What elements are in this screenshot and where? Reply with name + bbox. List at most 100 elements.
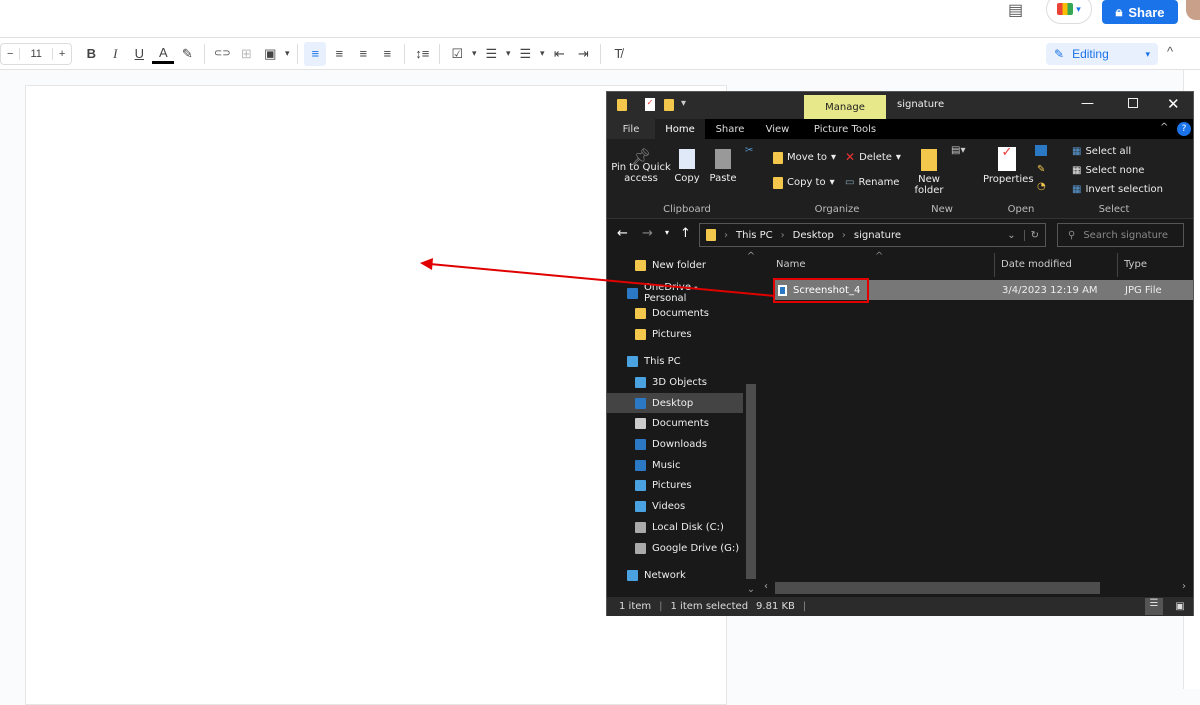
chevron-down-icon[interactable]: ▾ [283,42,291,66]
forward-icon[interactable]: → [642,226,653,241]
close-icon[interactable]: ✕ [1167,95,1180,113]
tab-file[interactable]: File [607,119,655,139]
chevron-down-icon[interactable]: ⌄ [1007,230,1015,241]
pin-to-quick-access-button[interactable]: 📌︎ Pin to Quick access [611,149,671,185]
cut-icon[interactable]: ✂ [745,145,753,156]
copy-to-button[interactable]: Copy to ▾ [773,177,835,189]
checklist-icon[interactable]: ☑ [446,42,468,66]
tab-view[interactable]: View [755,119,800,139]
help-icon[interactable]: ? [1177,122,1191,136]
large-icons-view-icon[interactable]: ▣ [1171,601,1189,612]
comment-history-icon[interactable]: ▤ [1008,0,1023,20]
increase-indent-icon[interactable]: ⇥ [572,42,594,66]
manage-tab[interactable]: Manage [804,95,886,119]
editing-mode-dropdown[interactable]: ✎ Editing ▾ [1046,43,1158,65]
nav-item[interactable]: Google Drive (G:) [607,538,743,558]
nav-item[interactable]: OneDrive - Personal [607,282,743,304]
refresh-icon[interactable]: ↻ [1023,229,1045,241]
italic-button[interactable]: I [104,42,126,66]
recent-locations-icon[interactable]: ▾ [665,228,669,237]
align-right-button[interactable]: ≡ [352,42,374,66]
minimize-icon[interactable]: — [1081,96,1094,111]
nav-item[interactable]: Local Disk (C:) [607,517,743,537]
horizontal-scrollbar[interactable]: ‹ › [760,580,1193,596]
up-icon[interactable]: ↑ [680,226,691,241]
highlight-icon[interactable]: ✎ [176,42,198,66]
open-icon[interactable] [1035,145,1047,156]
column-type[interactable]: Type [1118,253,1147,277]
tab-picture-tools[interactable]: Picture Tools [804,119,886,139]
decrease-indent-icon[interactable]: ⇤ [548,42,570,66]
link-icon[interactable]: ⊂⊃ [211,42,233,66]
clear-formatting-icon[interactable]: T̸ [607,42,629,66]
nav-item[interactable]: Documents [607,413,743,433]
share-button[interactable]: 🔒︎ Share [1102,0,1178,24]
avatar[interactable] [1186,0,1200,20]
chevron-down-icon[interactable]: ▾ [504,42,512,66]
column-name[interactable]: Name [760,253,995,277]
nav-item[interactable]: Music [607,455,743,475]
edit-icon[interactable]: ✎ [1037,164,1045,175]
numbered-list-icon[interactable]: ☰ [514,42,536,66]
insert-image-icon[interactable]: ▣ [259,42,281,66]
nav-item[interactable]: This PC [607,351,743,371]
chevron-down-icon[interactable]: ▾ [470,42,478,66]
details-view-icon[interactable]: ☰ [1145,598,1163,615]
back-icon[interactable]: ← [617,226,628,241]
nav-item[interactable]: Desktop [607,393,743,413]
search-input[interactable]: ⚲ Search signature [1057,223,1184,247]
move-to-button[interactable]: Move to ▾ [773,152,836,164]
tab-share[interactable]: Share [705,119,755,139]
customize-toolbar-icon[interactable]: ▾ [681,98,686,109]
nav-item[interactable]: Pictures [607,475,743,495]
line-spacing-icon[interactable]: ↕≡ [411,42,433,66]
column-date-modified[interactable]: Date modified [995,253,1118,277]
underline-button[interactable]: U [128,42,150,66]
properties-button[interactable]: ✓ Properties [983,146,1034,185]
new-folder-button[interactable]: New folder [913,149,945,196]
scroll-right-icon[interactable]: › [1182,581,1186,592]
add-comment-icon[interactable]: ⊞ [235,42,257,66]
collapse-ribbon-icon[interactable]: ^ [1160,122,1168,133]
invert-selection-button[interactable]: ▦ Invert selection [1072,184,1163,195]
align-left-button[interactable]: ≡ [304,41,327,66]
scroll-left-icon[interactable]: ‹ [764,581,768,592]
nav-item[interactable]: Videos [607,496,743,516]
select-none-button[interactable]: ▦ Select none [1072,165,1144,176]
align-center-button[interactable]: ≡ [328,42,350,66]
copy-button[interactable]: Copy [673,149,701,184]
horizontal-scroll-thumb[interactable] [775,582,1100,594]
nav-item[interactable]: 3D Objects [607,372,743,392]
address-bar[interactable]: › This PC › Desktop › signature ⌄ ↻ [699,223,1046,247]
text-color-button[interactable]: A [152,44,175,64]
nav-item[interactable]: Pictures [607,324,743,344]
font-size-stepper[interactable]: − 11 + [0,42,73,65]
nav-item[interactable]: Network [607,565,743,585]
paste-button[interactable]: Paste [709,149,737,184]
justify-button[interactable]: ≡ [376,42,398,66]
increase-font-size-button[interactable]: + [53,48,71,60]
maximize-icon[interactable] [1128,98,1138,108]
nav-scrollbar[interactable]: ^ ⌄ [744,251,758,597]
nav-item[interactable]: Downloads [607,434,743,454]
breadcrumb-this-pc[interactable]: This PC [736,230,773,241]
meet-button[interactable]: ▾ [1046,0,1092,24]
new-item-icon[interactable]: ▤▾ [951,145,965,156]
tab-home[interactable]: Home [655,119,705,139]
history-icon[interactable]: ◔ [1037,181,1046,192]
select-all-button[interactable]: ▦ Select all [1072,146,1131,157]
bold-button[interactable]: B [80,42,102,66]
bulleted-list-icon[interactable]: ☰ [480,42,502,66]
breadcrumb-desktop[interactable]: Desktop [793,230,834,241]
nav-scroll-thumb[interactable] [746,384,756,579]
scroll-down-icon[interactable]: ⌄ [744,584,758,595]
rename-button[interactable]: ▭ Rename [845,177,899,188]
decrease-font-size-button[interactable]: − [1,48,19,60]
nav-item[interactable]: New folder [607,255,743,275]
breadcrumb-signature[interactable]: signature [854,230,901,241]
nav-item[interactable]: Documents [607,303,743,323]
new-folder-icon[interactable] [664,99,674,111]
delete-button[interactable]: ✕ Delete ▾ [845,151,901,163]
collapse-toolbar-icon[interactable]: ^ [1167,44,1173,59]
font-size-input[interactable]: 11 [19,47,53,60]
